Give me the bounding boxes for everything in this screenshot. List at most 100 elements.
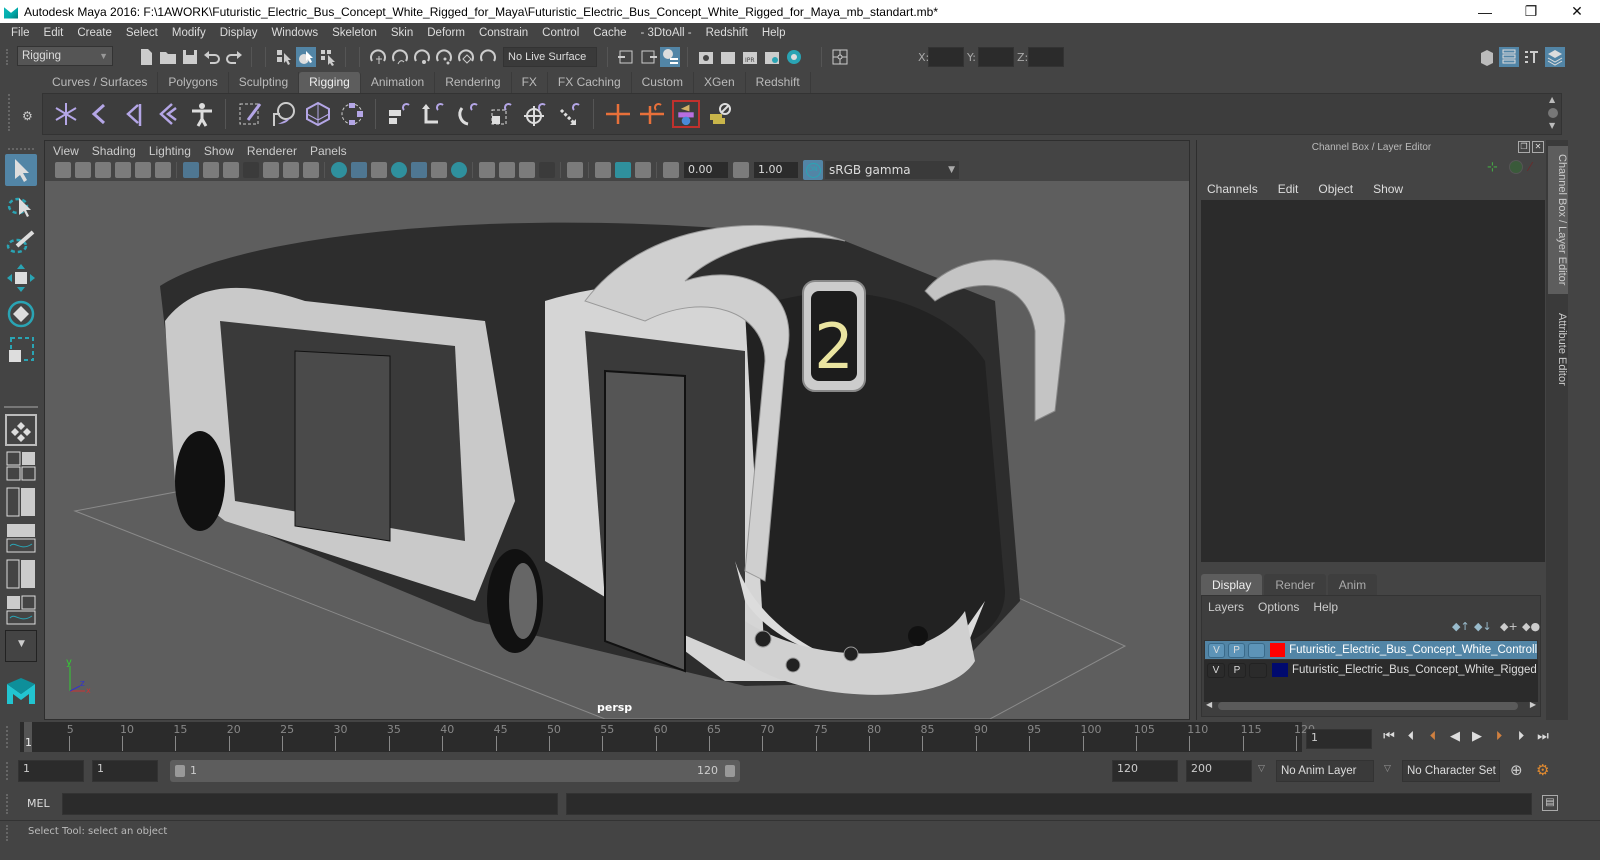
menu-select[interactable]: Select [119, 27, 165, 39]
exposure-icon[interactable] [663, 162, 679, 178]
film-gate-icon[interactable] [203, 162, 219, 178]
make-live-icon[interactable] [478, 47, 498, 67]
new-empty-layer-icon[interactable]: ◆+ [1500, 620, 1518, 633]
snap-curve-icon[interactable] [390, 47, 410, 67]
ik-handle-icon[interactable] [86, 100, 114, 128]
step-back-frame-icon[interactable]: ⏴ [1424, 728, 1442, 746]
xray-joints-icon[interactable] [635, 162, 651, 178]
minimize-button[interactable]: — [1462, 4, 1508, 20]
orient-constraint-icon[interactable] [454, 100, 482, 128]
joint-tool-icon[interactable] [52, 100, 80, 128]
viewport-menu-shading[interactable]: Shading [92, 144, 136, 158]
shelf-tab-rigging[interactable]: Rigging [299, 72, 361, 93]
blendshape-icon[interactable] [672, 100, 700, 128]
drag-handle[interactable] [6, 762, 10, 780]
3d-viewport[interactable]: 2 y z x persp [45, 181, 1189, 719]
color-space-dropdown[interactable]: sRGB gamma ▼ [825, 161, 959, 179]
menu-channels[interactable]: Channels [1207, 182, 1258, 196]
menu-options[interactable]: Options [1258, 600, 1299, 614]
undo-icon[interactable] [202, 47, 222, 67]
bind-skin-icon[interactable] [154, 100, 182, 128]
render-current-frame-icon[interactable] [696, 47, 716, 67]
smooth-shade-icon[interactable] [351, 162, 367, 178]
wireframe-icon[interactable] [331, 162, 347, 178]
input-ops-icon[interactable] [616, 47, 636, 67]
gear-icon[interactable]: ⚙ [22, 109, 33, 123]
animation-end-field[interactable]: 200 [1186, 760, 1252, 782]
move-layer-down-icon[interactable]: ◆↓ [1474, 620, 1492, 633]
gate-mask-icon[interactable] [243, 162, 259, 178]
snap-grid-icon[interactable] [368, 47, 388, 67]
anim-layer-dropdown[interactable]: No Anim Layer [1276, 760, 1374, 782]
step-back-key-icon[interactable]: ⏴ [1402, 728, 1420, 746]
go-to-start-icon[interactable]: ⏮ [1380, 728, 1398, 746]
playback-start-field[interactable]: 1 [92, 760, 158, 782]
xray-active-components-icon[interactable] [615, 162, 631, 178]
character-set-dropdown[interactable]: No Character Set [1402, 760, 1500, 782]
hypershade-icon[interactable] [784, 47, 804, 67]
gamma-icon[interactable] [733, 162, 749, 178]
display-type-toggle[interactable] [1248, 642, 1266, 658]
x-field[interactable] [928, 47, 964, 67]
menu-layers[interactable]: Layers [1208, 600, 1244, 614]
menu-show[interactable]: Show [1373, 182, 1403, 196]
redo-icon[interactable] [224, 47, 244, 67]
viewport-menu-lighting[interactable]: Lighting [149, 144, 191, 158]
layer-color-swatch[interactable] [1272, 663, 1288, 677]
deformer-icon[interactable] [638, 100, 666, 128]
menu-constrain[interactable]: Constrain [472, 27, 535, 39]
step-forward-frame-icon[interactable]: ⏵ [1490, 728, 1508, 746]
shelf-tab-rendering[interactable]: Rendering [435, 72, 512, 93]
anti-aliasing-icon[interactable] [519, 162, 535, 178]
menuset-dropdown[interactable]: Rigging ▼ [17, 46, 113, 66]
menu-edit[interactable]: Edit [37, 27, 71, 39]
construction-history-icon[interactable] [660, 47, 680, 67]
playback-toggle[interactable]: P [1228, 642, 1246, 658]
y-field[interactable] [978, 47, 1014, 67]
layer-row[interactable]: V P Futuristic_Electric_Bus_Concept_Whit… [1204, 660, 1538, 680]
cluster-icon[interactable] [338, 100, 366, 128]
render-sequence-icon[interactable] [718, 47, 738, 67]
four-view-layout-icon[interactable] [5, 450, 37, 482]
menu-skeleton[interactable]: Skeleton [325, 27, 384, 39]
smooth-bind-icon[interactable] [270, 100, 298, 128]
shelf-tab-animation[interactable]: Animation [361, 72, 436, 93]
layer-row[interactable]: V P Futuristic_Electric_Bus_Concept_Whit… [1204, 640, 1538, 660]
resolution-gate-icon[interactable] [223, 162, 239, 178]
persp-graph-layout-icon[interactable] [5, 522, 37, 554]
ipr-render-icon[interactable]: IPR [740, 47, 760, 67]
camera-attributes-icon[interactable] [75, 162, 91, 178]
exposure-field[interactable]: 0.00 [684, 162, 728, 178]
set-driven-key-icon[interactable] [706, 100, 734, 128]
menu-modify[interactable]: Modify [165, 27, 213, 39]
script-editor-icon[interactable]: ▤ [1542, 795, 1558, 811]
scale-tool-icon[interactable] [5, 334, 37, 366]
menu-help[interactable]: Help [755, 27, 793, 39]
animation-start-field[interactable]: 1 [18, 760, 84, 782]
range-start-handle[interactable] [175, 765, 185, 777]
range-slider[interactable]: 1 120 [170, 760, 740, 782]
screen-space-ao-icon[interactable] [479, 162, 495, 178]
select-hierarchy-icon[interactable] [274, 47, 294, 67]
step-forward-key-icon[interactable]: ⏵ [1512, 728, 1530, 746]
save-scene-icon[interactable] [180, 47, 200, 67]
menu-object[interactable]: Object [1318, 182, 1353, 196]
snap-view-plane-icon[interactable] [456, 47, 476, 67]
current-frame-field[interactable]: 1 [1306, 729, 1372, 749]
default-material-icon[interactable] [371, 162, 387, 178]
use-all-lights-icon[interactable] [431, 162, 447, 178]
modeling-toolkit-icon[interactable] [1477, 47, 1497, 67]
select-component-icon[interactable] [318, 47, 338, 67]
close-panel-icon[interactable]: ✕ [1532, 141, 1544, 153]
rotate-tool-icon[interactable] [5, 298, 37, 330]
pole-vector-icon[interactable] [556, 100, 584, 128]
live-surface-field[interactable]: No Live Surface [503, 47, 597, 67]
point-constraint-icon[interactable] [420, 100, 448, 128]
playback-toggle[interactable]: P [1228, 662, 1246, 678]
viewport-menu-panels[interactable]: Panels [310, 144, 347, 158]
snap-projected-center-icon[interactable] [434, 47, 454, 67]
open-scene-icon[interactable] [158, 47, 178, 67]
menu-file[interactable]: File [4, 27, 37, 39]
visibility-toggle[interactable]: V [1208, 642, 1226, 658]
layer-tab-anim[interactable]: Anim [1327, 574, 1378, 596]
